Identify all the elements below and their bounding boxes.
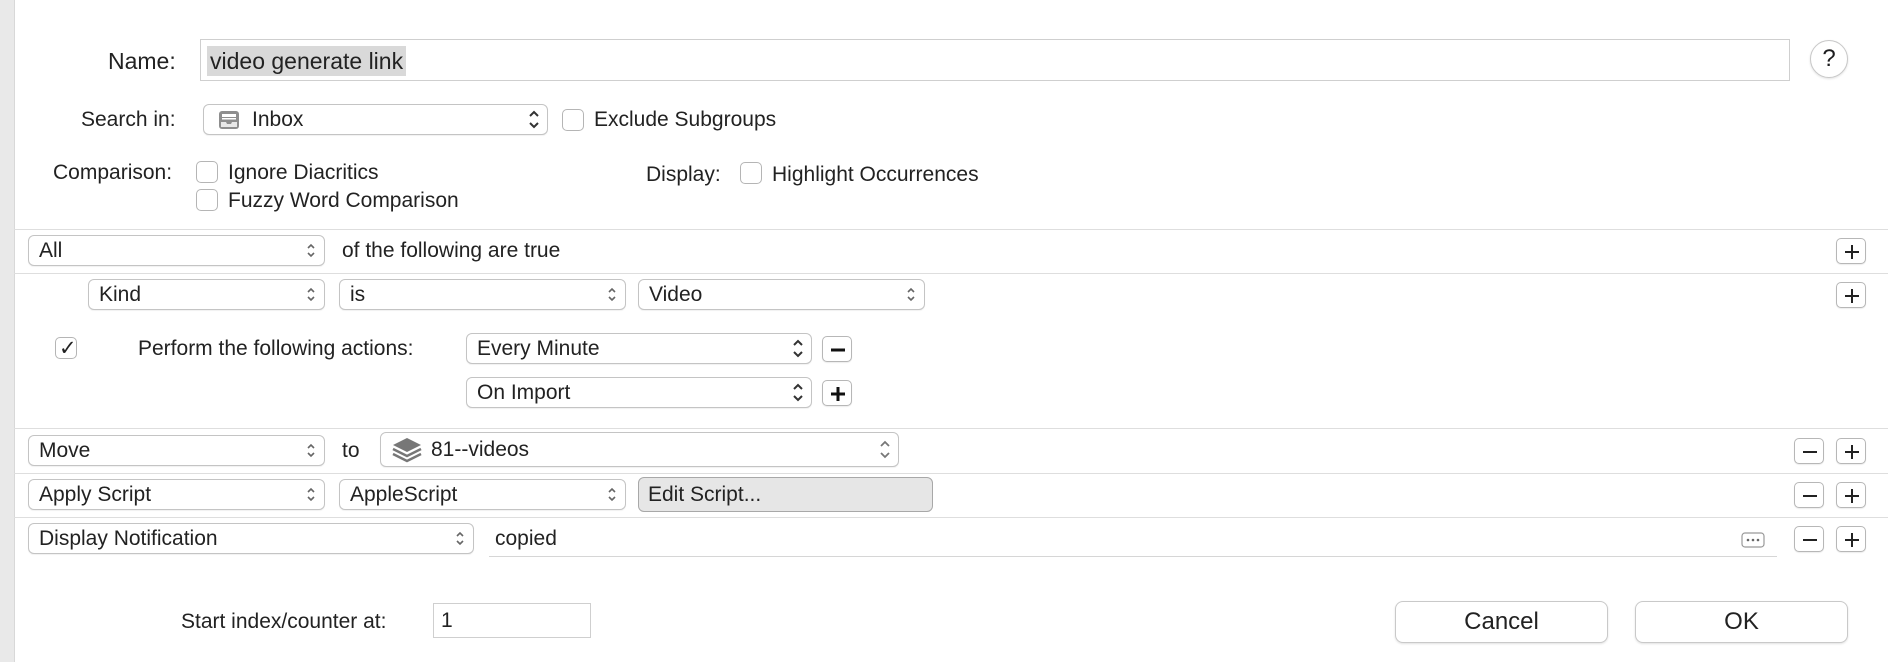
add-script-action-button[interactable]: [1836, 482, 1866, 508]
edit-script-button[interactable]: Edit Script...: [638, 477, 933, 512]
action-script-popup[interactable]: Apply Script: [28, 479, 325, 510]
notification-text-field[interactable]: copied: [489, 522, 1777, 557]
ok-button[interactable]: OK: [1635, 601, 1848, 643]
chevron-updown-icon: [793, 339, 803, 358]
help-button[interactable]: ?: [1810, 40, 1848, 78]
chevron-updown-icon: [456, 531, 464, 546]
action-script-value: Apply Script: [39, 483, 152, 506]
action-move-value: Move: [39, 439, 91, 462]
database-layers-icon: [392, 438, 422, 463]
chevron-updown-icon: [907, 287, 915, 302]
chevron-updown-icon: [307, 287, 315, 302]
move-destination-popup[interactable]: 81--videos: [380, 432, 899, 467]
action-notify-popup[interactable]: Display Notification: [28, 523, 474, 554]
trigger-value-2: On Import: [477, 381, 571, 404]
add-condition-button[interactable]: [1836, 238, 1866, 264]
trigger-popup-2[interactable]: On Import: [466, 377, 812, 408]
cancel-button[interactable]: Cancel: [1395, 601, 1608, 643]
fuzzy-word-label: Fuzzy Word Comparison: [228, 189, 459, 212]
match-all-value: All: [39, 239, 63, 262]
rule-operator-value: is: [350, 283, 366, 306]
plus-icon: [1845, 489, 1859, 503]
highlight-occurrences-checkbox[interactable]: [740, 162, 762, 184]
ok-label: OK: [1724, 608, 1759, 635]
window-left-edge: [0, 0, 15, 662]
separator: [14, 273, 1888, 274]
minus-icon: [1803, 539, 1817, 541]
script-type-popup[interactable]: AppleScript: [339, 479, 626, 510]
counter-field[interactable]: 1: [433, 603, 591, 638]
cancel-label: Cancel: [1464, 608, 1539, 635]
move-to-label: to: [342, 439, 360, 462]
display-label: Display:: [646, 163, 721, 186]
add-notify-action-button[interactable]: [1836, 526, 1866, 552]
plus-icon: [1845, 245, 1859, 259]
edit-script-label: Edit Script...: [648, 483, 762, 506]
chevron-updown-icon: [880, 440, 890, 459]
minus-icon: [1803, 451, 1817, 453]
add-trigger-button[interactable]: [822, 380, 852, 406]
rule-value-popup[interactable]: Video: [638, 279, 925, 310]
plus-icon: [1845, 289, 1859, 303]
counter-label: Start index/counter at:: [181, 610, 387, 633]
remove-notify-action-button[interactable]: [1794, 526, 1824, 552]
rule-field-value: Kind: [99, 283, 142, 306]
comparison-label: Comparison:: [53, 161, 173, 184]
action-notify-value: Display Notification: [39, 527, 218, 550]
remove-move-action-button[interactable]: [1794, 438, 1824, 464]
help-icon: ?: [1822, 45, 1836, 72]
match-all-popup[interactable]: All: [28, 235, 325, 266]
chevron-updown-icon: [608, 487, 616, 502]
plus-icon: [1845, 533, 1859, 547]
chevron-updown-icon: [608, 287, 616, 302]
trigger-popup-1[interactable]: Every Minute: [466, 333, 812, 364]
separator: [14, 473, 1888, 474]
checkmark-icon: ✓: [59, 336, 77, 360]
exclude-subgroups-label: Exclude Subgroups: [594, 108, 777, 131]
trigger-value-1: Every Minute: [477, 337, 600, 360]
plus-icon: [1845, 445, 1859, 459]
rule-operator-popup[interactable]: is: [339, 279, 626, 310]
minus-icon: [1803, 495, 1817, 497]
remove-trigger-button[interactable]: [822, 336, 852, 362]
chevron-updown-icon: [307, 443, 315, 458]
perform-actions-label: Perform the following actions:: [138, 337, 414, 360]
rule-field-popup[interactable]: Kind: [88, 279, 325, 310]
separator: [14, 517, 1888, 518]
fuzzy-word-checkbox[interactable]: [196, 189, 218, 211]
search-in-popup[interactable]: Inbox: [203, 104, 548, 135]
search-in-label: Search in:: [81, 108, 176, 131]
chevron-updown-icon: [793, 383, 803, 402]
plus-icon: [831, 387, 845, 401]
perform-actions-checkbox[interactable]: ✓: [55, 336, 77, 360]
name-field[interactable]: video generate link: [200, 39, 1790, 81]
notification-text-value: copied: [495, 527, 557, 550]
remove-script-action-button[interactable]: [1794, 482, 1824, 508]
chevron-updown-icon: [307, 243, 315, 258]
name-field-text: video generate link: [207, 46, 407, 76]
chevron-updown-icon: [307, 487, 315, 502]
counter-value: 1: [441, 609, 453, 632]
move-destination-value: 81--videos: [431, 438, 530, 461]
separator: [14, 428, 1888, 429]
inbox-tray-icon: [219, 111, 239, 129]
chevron-updown-icon: [529, 110, 539, 129]
more-options-icon[interactable]: [1741, 532, 1765, 548]
exclude-subgroups-checkbox[interactable]: [562, 109, 584, 131]
minus-icon: [831, 348, 845, 352]
rule-value-value: Video: [649, 283, 703, 306]
name-label: Name:: [108, 48, 176, 74]
separator: [14, 229, 1888, 230]
highlight-occurrences-label: Highlight Occurrences: [772, 163, 979, 186]
script-type-value: AppleScript: [350, 483, 458, 506]
action-move-popup[interactable]: Move: [28, 435, 325, 466]
add-rule-button[interactable]: [1836, 282, 1866, 308]
ignore-diacritics-label: Ignore Diacritics: [228, 161, 379, 184]
search-in-value: Inbox: [252, 108, 304, 131]
add-move-action-button[interactable]: [1836, 438, 1866, 464]
match-suffix-label: of the following are true: [342, 239, 561, 262]
ignore-diacritics-checkbox[interactable]: [196, 161, 218, 183]
